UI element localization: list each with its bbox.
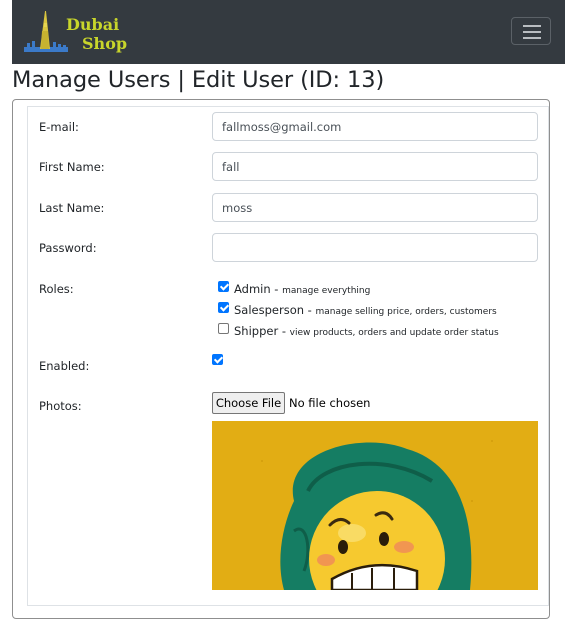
role-description: view products, orders and update order s… <box>289 328 499 338</box>
email-field[interactable] <box>212 112 538 141</box>
photos-label: Photos: <box>39 399 82 413</box>
role-checkbox-salesperson[interactable] <box>218 302 229 313</box>
role-description: manage selling price, orders, customers <box>315 307 497 317</box>
role-name: Admin <box>234 282 271 296</box>
first-name-label: First Name: <box>39 160 105 174</box>
navbar: Dubai Shop <box>12 0 565 64</box>
enabled-label: Enabled: <box>39 359 90 373</box>
roles-label: Roles: <box>39 282 74 296</box>
password-field[interactable] <box>212 233 538 262</box>
role-name: Shipper <box>234 324 279 338</box>
role-name: Salesperson <box>234 303 305 317</box>
last-name-field[interactable] <box>212 193 538 222</box>
role-salesperson: Salesperson - manage selling price, orde… <box>234 303 497 317</box>
role-checkbox-admin[interactable] <box>218 281 229 292</box>
role-admin: Admin - manage everything <box>234 282 371 296</box>
first-name-field[interactable] <box>212 152 538 181</box>
role-shipper: Shipper - view products, orders and upda… <box>234 324 499 338</box>
user-photo-thumbnail <box>212 421 538 590</box>
last-name-label: Last Name: <box>39 201 105 215</box>
page-title: Manage Users | Edit User (ID: 13) <box>12 67 385 93</box>
navbar-toggler-button[interactable] <box>511 17 551 45</box>
dubai-shop-logo[interactable]: Dubai Shop <box>23 9 133 57</box>
choose-file-button[interactable]: Choose File <box>212 392 285 414</box>
hamburger-menu-icon <box>523 25 541 27</box>
enabled-checkbox[interactable] <box>212 354 223 365</box>
role-description: manage everything <box>282 286 371 296</box>
file-status-text: No file chosen <box>289 396 371 410</box>
role-checkbox-shipper[interactable] <box>218 323 229 334</box>
logo-text-line1: Dubai <box>66 15 119 34</box>
email-label: E-mail: <box>39 120 79 134</box>
burj-khalifa-skyline-icon <box>24 11 68 52</box>
logo-text-line2: Shop <box>82 34 127 53</box>
password-label: Password: <box>39 241 97 255</box>
